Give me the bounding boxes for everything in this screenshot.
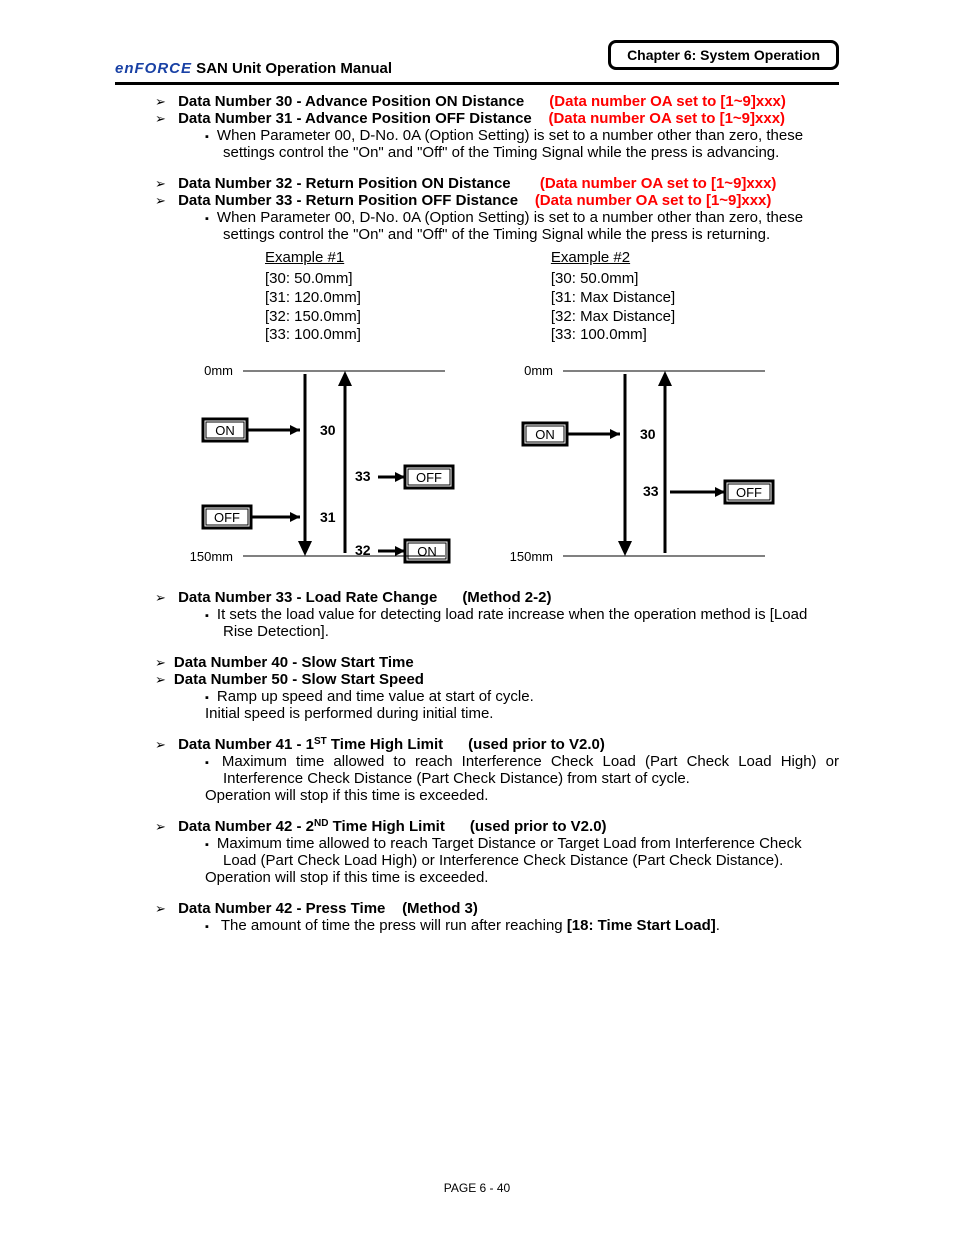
d2-33: 33 — [643, 483, 659, 499]
timing-diagrams: 0mm 150mm ON 30 — [115, 361, 835, 581]
e2-v4: [33: 100.0mm] — [551, 326, 675, 345]
d42p-note: The amount of time the press will run af… — [205, 917, 839, 934]
d30-red: (Data number OA set to [1~9]xxx) — [549, 93, 786, 110]
d1-on1: ON — [215, 423, 235, 438]
d33-label: Data Number 33 - Return Position OFF Dis… — [178, 192, 518, 209]
d4050-note2: Initial speed is performed during initia… — [205, 705, 839, 722]
d1-off1: OFF — [214, 510, 240, 525]
d33-red: (Data number OA set to [1~9]xxx) — [535, 192, 772, 209]
example-1: Example #1 [30: 50.0mm] [31: 120.0mm] [3… — [265, 249, 361, 345]
d41-a: Data Number 41 - 1 — [178, 736, 314, 753]
d33b-note: It sets the load value for detecting loa… — [205, 606, 839, 640]
content: Data Number 30 - Advance Position ON Dis… — [115, 93, 839, 934]
d1-32: 32 — [355, 542, 371, 558]
header-divider — [115, 82, 839, 85]
logo: enFORCE — [115, 60, 192, 77]
d31-red: (Data number OA set to [1~9]xxx) — [548, 110, 785, 127]
example-2: Example #2 [30: 50.0mm] [31: Max Distanc… — [551, 249, 675, 345]
example-2-title: Example #2 — [551, 249, 675, 266]
e2-v1: [30: 50.0mm] — [551, 270, 675, 289]
e2-v2: [31: Max Distance] — [551, 289, 675, 308]
d2-bottom: 150mm — [510, 549, 553, 564]
e1-v4: [33: 100.0mm] — [265, 326, 361, 345]
e1-v2: [31: 120.0mm] — [265, 289, 361, 308]
d2-top: 0mm — [524, 363, 553, 378]
d2-off: OFF — [736, 485, 762, 500]
item-d41: Data Number 41 - 1ST Time High Limit (us… — [155, 736, 839, 753]
item-d31: Data Number 31 - Advance Position OFF Di… — [155, 110, 839, 127]
d32-label: Data Number 32 - Return Position ON Dist… — [178, 175, 511, 192]
d42p-label: Data Number 42 - Press Time — [178, 900, 385, 917]
d1-bottom: 150mm — [190, 549, 233, 564]
d1-on2: ON — [417, 544, 437, 559]
e1-v1: [30: 50.0mm] — [265, 270, 361, 289]
d1-30: 30 — [320, 422, 336, 438]
chapter-box: Chapter 6: System Operation — [608, 40, 839, 70]
d41-b: Time High Limit — [327, 736, 443, 753]
d41-note1: Maximum time allowed to reach Interferen… — [205, 753, 839, 787]
d33b-label: Data Number 33 - Load Rate Change — [178, 589, 437, 606]
d42-note2: Operation will stop if this time is exce… — [205, 869, 839, 886]
d42p-n2: [18: Time Start Load] — [567, 917, 716, 934]
d42p-n1: The amount of time the press will run af… — [221, 917, 567, 934]
d31-label: Data Number 31 - Advance Position OFF Di… — [178, 110, 532, 127]
d40-label: Data Number 40 - Slow Start Time — [174, 654, 414, 671]
d42p-method: (Method 3) — [402, 900, 478, 917]
example-1-title: Example #1 — [265, 249, 361, 266]
d42-b: Time High Limit — [328, 818, 444, 835]
title-text: SAN Unit Operation Manual — [192, 60, 392, 77]
d50-label: Data Number 50 - Slow Start Speed — [174, 671, 424, 688]
item-d30: Data Number 30 - Advance Position ON Dis… — [155, 93, 839, 110]
item-d42p: Data Number 42 - Press Time (Method 3) — [155, 900, 839, 917]
d30-label: Data Number 30 - Advance Position ON Dis… — [178, 93, 524, 110]
d32-note: When Parameter 00, D-No. 0A (Option Sett… — [205, 209, 839, 243]
item-d42: Data Number 42 - 2ND Time High Limit (us… — [155, 818, 839, 835]
item-d32: Data Number 32 - Return Position ON Dist… — [155, 175, 839, 192]
item-d33b: Data Number 33 - Load Rate Change (Metho… — [155, 589, 839, 606]
page-header: Chapter 6: System Operation enFORCE SAN … — [115, 40, 839, 80]
d41-c: (used prior to V2.0) — [468, 736, 605, 753]
d30-note: When Parameter 00, D-No. 0A (Option Sett… — [205, 127, 839, 161]
d42-a: Data Number 42 - 2 — [178, 818, 314, 835]
d42-note1: Maximum time allowed to reach Target Dis… — [205, 835, 839, 869]
d1-33: 33 — [355, 468, 371, 484]
examples: Example #1 [30: 50.0mm] [31: 120.0mm] [3… — [265, 249, 839, 345]
d41-note2: Operation will stop if this time is exce… — [205, 787, 839, 804]
e1-v3: [32: 150.0mm] — [265, 308, 361, 327]
d2-on: ON — [535, 427, 555, 442]
d33b-method: (Method 2-2) — [462, 589, 551, 606]
d42p-n3: . — [716, 917, 720, 934]
page-footer: PAGE 6 - 40 — [0, 1181, 954, 1195]
d2-30: 30 — [640, 426, 656, 442]
d1-off2: OFF — [416, 470, 442, 485]
d4050-note1: Ramp up speed and time value at start of… — [205, 688, 839, 705]
item-d50: Data Number 50 - Slow Start Speed — [155, 671, 839, 688]
e2-v3: [32: Max Distance] — [551, 308, 675, 327]
item-d33: Data Number 33 - Return Position OFF Dis… — [155, 192, 839, 209]
d1-31: 31 — [320, 509, 336, 525]
manual-title: enFORCE SAN Unit Operation Manual — [115, 60, 392, 77]
d42-c: (used prior to V2.0) — [470, 818, 607, 835]
item-d40: Data Number 40 - Slow Start Time — [155, 654, 839, 671]
d32-red: (Data number OA set to [1~9]xxx) — [540, 175, 777, 192]
d1-top: 0mm — [204, 363, 233, 378]
